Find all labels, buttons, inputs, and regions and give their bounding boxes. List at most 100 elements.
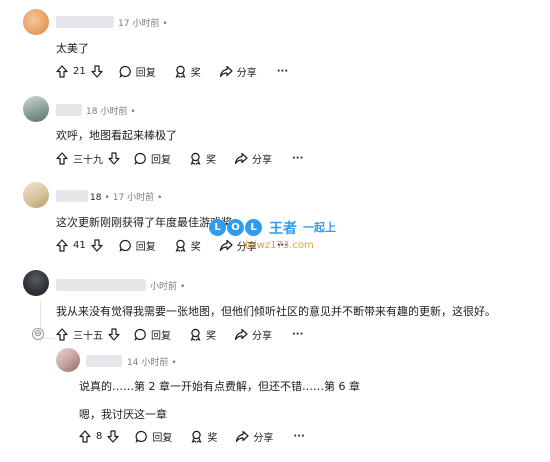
share-button[interactable]: 分享 <box>234 151 272 166</box>
reply-button[interactable]: 回复 <box>119 64 156 79</box>
award-button[interactable]: 奖 <box>189 327 216 342</box>
avatar[interactable] <box>23 96 49 122</box>
share-arrow-icon <box>219 65 233 78</box>
arrow-up-icon[interactable] <box>56 151 68 165</box>
username-redacted[interactable] <box>56 104 82 116</box>
award-button[interactable]: 奖 <box>190 429 217 444</box>
comment-actions: 21 回复 奖 分享 ··· <box>56 63 288 79</box>
reply-button[interactable]: 回复 <box>119 238 156 253</box>
vote-count: 8 <box>96 430 103 442</box>
comment-text-line2: 嗯，我讨厌这一章 <box>79 408 167 421</box>
comment-bubble-icon <box>134 328 147 341</box>
watermark-name: 王者 <box>269 221 297 237</box>
award-button[interactable]: 奖 <box>174 64 201 79</box>
more-icon[interactable]: ··· <box>292 153 303 164</box>
comment-bubble-icon <box>119 65 132 78</box>
avatar[interactable] <box>23 9 49 35</box>
arrow-down-icon[interactable] <box>91 238 103 252</box>
username-redacted[interactable] <box>56 279 146 291</box>
arrow-down-icon[interactable] <box>108 327 120 341</box>
share-arrow-icon <box>234 152 248 165</box>
share-label: 分享 <box>252 154 272 166</box>
watermark-letter: O <box>227 219 244 236</box>
username-redacted[interactable] <box>56 16 114 28</box>
arrow-up-icon[interactable] <box>56 64 68 78</box>
watermark-tag: 一起上 <box>303 221 336 234</box>
award-icon <box>189 152 202 165</box>
share-arrow-icon <box>235 430 249 443</box>
timestamp: 17 小时前 <box>118 19 160 29</box>
separator-dot: • <box>104 193 110 203</box>
watermark-letter: L <box>245 219 262 236</box>
share-button[interactable]: 分享 <box>235 429 273 444</box>
more-icon[interactable]: ··· <box>277 66 288 77</box>
timestamp: 17 小时前 <box>112 193 155 203</box>
reply-label: 回复 <box>151 330 171 342</box>
reply-label: 回复 <box>135 241 156 253</box>
timestamp: 小时前 <box>150 282 178 292</box>
more-icon[interactable]: ··· <box>292 329 303 340</box>
share-label: 分享 <box>236 67 257 79</box>
share-button[interactable]: 分享 <box>234 327 272 342</box>
timestamp: 14 小时前 <box>127 358 169 368</box>
comment-actions: 三十五 回复 奖 分享 ··· <box>56 326 303 342</box>
username-redacted[interactable] <box>56 190 88 202</box>
share-label: 分享 <box>253 432 274 444</box>
comment-bubble-icon <box>135 430 148 443</box>
arrow-up-icon[interactable] <box>56 327 68 341</box>
vote-count: 41 <box>73 239 86 251</box>
award-icon <box>174 65 187 78</box>
watermark-logo: L O L 王者 一起上 lolwz173.com <box>205 213 355 261</box>
award-button[interactable]: 奖 <box>189 151 216 166</box>
comment-text: 说真的……第 2 章一开始有点费解，但还不错……第 6 章 <box>79 380 360 393</box>
reply-label: 回复 <box>151 154 171 166</box>
avatar[interactable] <box>23 270 49 296</box>
vote-count: 三十五 <box>73 330 103 342</box>
reply-label: 回复 <box>152 432 173 444</box>
comment-meta: 14 小时前 • <box>127 358 177 368</box>
comment-text: 欢呼，地图看起来棒极了 <box>56 129 177 142</box>
reply-button[interactable]: 回复 <box>134 151 171 166</box>
vote-count: 21 <box>73 65 86 77</box>
award-label: 奖 <box>207 432 218 444</box>
award-button[interactable]: 奖 <box>174 238 201 253</box>
username-redacted[interactable] <box>86 355 122 367</box>
arrow-down-icon[interactable] <box>107 429 119 443</box>
arrow-down-icon[interactable] <box>91 64 103 78</box>
reply-button[interactable]: 回复 <box>135 429 172 444</box>
award-label: 奖 <box>206 330 216 342</box>
share-button[interactable]: 分享 <box>219 64 257 79</box>
username-suffix: 18 <box>90 193 102 203</box>
award-icon <box>174 239 187 252</box>
watermark-url: lolwz173.com <box>245 240 314 251</box>
reply-label: 回复 <box>135 67 156 79</box>
arrow-up-icon[interactable] <box>56 238 68 252</box>
comment-actions: 三十九 回复 奖 分享 ··· <box>56 150 303 166</box>
arrow-up-icon[interactable] <box>79 429 91 443</box>
award-icon <box>190 430 203 443</box>
share-label: 分享 <box>252 330 272 342</box>
share-arrow-icon <box>234 328 248 341</box>
watermark-letter: L <box>209 219 226 236</box>
award-label: 奖 <box>190 241 201 253</box>
award-label: 奖 <box>190 67 201 79</box>
timestamp: 18 小时前 <box>86 107 128 117</box>
comment-text: 太美了 <box>56 42 89 55</box>
comment-meta: 小时前 • <box>150 282 186 292</box>
award-label: 奖 <box>206 154 216 166</box>
comment-meta: 17 小时前 • <box>118 19 168 29</box>
award-icon <box>189 328 202 341</box>
avatar[interactable] <box>23 182 49 208</box>
avatar[interactable] <box>56 348 80 372</box>
reply-button[interactable]: 回复 <box>134 327 171 342</box>
arrow-down-icon[interactable] <box>108 151 120 165</box>
vote-count: 三十九 <box>73 154 103 166</box>
comment-bubble-icon <box>134 152 147 165</box>
more-icon[interactable]: ··· <box>293 431 304 442</box>
comment-text: 我从来没有觉得我需要一张地图，但他们倾听社区的意见并不断带来有趣的更新，这很好。 <box>56 305 496 318</box>
collapse-thread-button[interactable]: ⊖ <box>32 328 44 340</box>
comment-meta: 18 • 17 小时前 • <box>90 193 163 203</box>
comment-bubble-icon <box>119 239 132 252</box>
comment-meta: 18 小时前 • <box>86 107 136 117</box>
comment-actions: 8 回复 奖 分享 ··· <box>79 428 305 444</box>
